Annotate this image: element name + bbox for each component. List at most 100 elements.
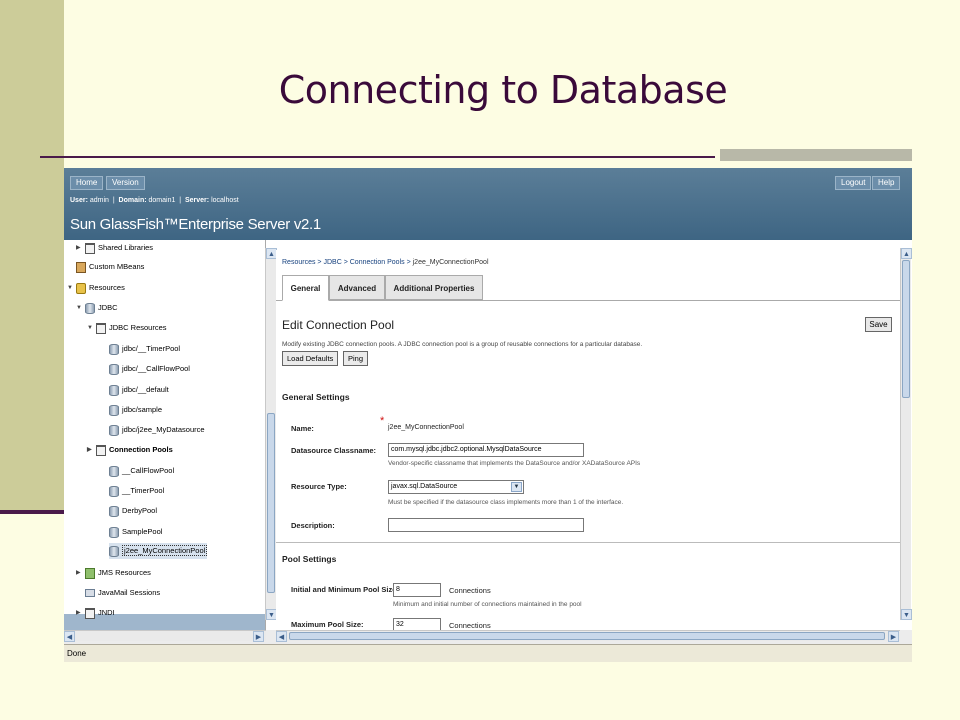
database-icon xyxy=(109,526,119,538)
tree-item-default-resource[interactable]: jdbc/__default xyxy=(109,382,169,398)
collapse-icon[interactable]: ▼ xyxy=(76,300,85,316)
page-title: Edit Connection Pool xyxy=(282,318,395,332)
breadcrumb: Resources > JDBC > Connection Pools > j2… xyxy=(282,259,489,266)
chevron-down-icon[interactable]: ▼ xyxy=(511,482,522,492)
folder-icon xyxy=(85,607,95,619)
domain-value: domain1 xyxy=(148,197,176,204)
scroll-left-icon[interactable]: ◀ xyxy=(276,631,287,642)
database-icon xyxy=(109,505,119,517)
user-label: User: xyxy=(70,197,88,204)
scroll-right-icon[interactable]: ▶ xyxy=(253,631,264,642)
content-scroll-thumb[interactable] xyxy=(902,260,910,398)
status-bar: Done xyxy=(64,644,912,662)
user-value: admin xyxy=(89,197,109,204)
breadcrumb-connection-pools[interactable]: Connection Pools xyxy=(350,259,405,266)
tree-item-shared-libraries[interactable]: ▶ Shared Libraries xyxy=(76,240,153,256)
tree-item-sample-resource[interactable]: jdbc/sample xyxy=(109,402,162,418)
expand-icon[interactable]: ▶ xyxy=(87,442,96,458)
scroll-left-icon[interactable]: ◀ xyxy=(64,631,75,642)
tab-additional-properties[interactable]: Additional Properties xyxy=(385,275,483,300)
server-value: localhost xyxy=(211,197,239,204)
slide-sidebar-rule xyxy=(0,510,64,514)
folder-icon xyxy=(85,242,95,254)
help-button[interactable]: Help xyxy=(872,176,901,190)
scroll-right-icon[interactable]: ▶ xyxy=(888,631,899,642)
tree-item-mydatasource-resource[interactable]: jdbc/j2ee_MyDatasource xyxy=(109,422,205,438)
product-name: Sun GlassFish™Enterprise Server v2.1 xyxy=(70,216,321,233)
datasource-classname-input[interactable]: com.mysql.jdbc.jdbc2.optional.MysqlDataS… xyxy=(388,443,584,457)
ping-button[interactable]: Ping xyxy=(343,351,369,366)
tree-scroll-thumb[interactable] xyxy=(267,413,275,593)
slide-title: Connecting to Database xyxy=(278,68,728,112)
name-value: j2ee_MyConnectionPool xyxy=(388,424,464,431)
content-horizontal-scrollbar[interactable]: ◀ ▶ xyxy=(276,630,900,642)
database-icon xyxy=(109,343,119,355)
pool-settings-heading: Pool Settings xyxy=(282,554,337,564)
tree-item-callflowpool-resource[interactable]: jdbc/__CallFlowPool xyxy=(109,361,190,377)
max-pool-size-label: Maximum Pool Size: xyxy=(291,620,364,629)
tree-item-jdbc-resources[interactable]: ▼ JDBC Resources xyxy=(87,320,167,336)
general-settings-heading: General Settings xyxy=(282,392,350,402)
expand-icon[interactable]: ▶ xyxy=(76,605,85,621)
collapse-icon[interactable]: ▼ xyxy=(67,280,76,296)
tree-item-samplepool[interactable]: SamplePool xyxy=(109,524,162,540)
resources-icon xyxy=(76,282,86,294)
tree-item-jdbc[interactable]: ▼ JDBC xyxy=(76,300,118,316)
database-icon xyxy=(109,465,119,477)
tree-item-custom-mbeans[interactable]: Custom MBeans xyxy=(76,259,144,275)
tree-item-timerpool[interactable]: __TimerPool xyxy=(109,483,164,499)
title-rule-box xyxy=(720,149,912,161)
tree-item-jms-resources[interactable]: ▶ JMS Resources xyxy=(76,565,151,581)
content-hscroll-thumb[interactable] xyxy=(289,632,885,640)
expand-icon[interactable]: ▶ xyxy=(76,240,85,256)
scroll-up-icon[interactable]: ▲ xyxy=(901,248,912,259)
tree-item-callflowpool[interactable]: __CallFlowPool xyxy=(109,463,174,479)
required-marker: * xyxy=(380,415,385,427)
max-pool-size-unit: Connections xyxy=(449,621,491,630)
logout-button[interactable]: Logout xyxy=(835,176,872,190)
folder-icon xyxy=(96,444,106,456)
database-icon xyxy=(109,384,119,396)
breadcrumb-resources[interactable]: Resources xyxy=(282,259,315,266)
content-pane: Resources > JDBC > Connection Pools > j2… xyxy=(276,250,900,630)
initial-pool-size-input[interactable]: 8 xyxy=(393,583,441,597)
tree-item-timerpool-resource[interactable]: jdbc/__TimerPool xyxy=(109,341,180,357)
expand-icon[interactable]: ▶ xyxy=(76,565,85,581)
tree-item-myconnectionpool[interactable]: j2ee_MyConnectionPool xyxy=(109,543,208,559)
domain-label: Domain: xyxy=(118,197,147,204)
tab-advanced[interactable]: Advanced xyxy=(329,275,385,300)
database-icon xyxy=(109,363,119,375)
description-input[interactable] xyxy=(388,518,584,532)
tree-vertical-scrollbar[interactable]: ▲ ▼ xyxy=(265,248,277,620)
save-button[interactable]: Save xyxy=(865,317,892,332)
content-vertical-scrollbar[interactable]: ▲ ▼ xyxy=(900,248,912,620)
resource-type-select[interactable]: javax.sql.DataSource ▼ xyxy=(388,480,524,494)
tab-general[interactable]: General xyxy=(282,275,329,301)
database-icon xyxy=(109,485,119,497)
collapse-icon[interactable]: ▼ xyxy=(87,320,96,336)
database-icon xyxy=(109,424,119,436)
breadcrumb-jdbc[interactable]: JDBC xyxy=(323,259,341,266)
tree-item-javamail-sessions[interactable]: JavaMail Sessions xyxy=(85,585,160,601)
datasource-classname-help: Vendor-specific classname that implement… xyxy=(388,460,641,467)
jms-icon xyxy=(85,567,95,579)
tree-item-resources[interactable]: ▼ Resources xyxy=(67,280,125,296)
navigation-tree: ▶ Shared Libraries Custom MBeans ▼ Resourc… xyxy=(64,240,266,630)
page-description: Modify existing JDBC connection pools. A… xyxy=(282,341,643,348)
load-defaults-button[interactable]: Load Defaults xyxy=(282,351,339,366)
tree-item-connection-pools[interactable]: ▶ Connection Pools xyxy=(87,442,173,458)
database-icon xyxy=(85,302,95,314)
max-pool-size-input[interactable]: 32 xyxy=(393,618,441,630)
database-icon xyxy=(109,404,119,416)
home-button[interactable]: Home xyxy=(70,176,104,190)
version-button[interactable]: Version xyxy=(106,176,145,190)
tree-item-jndi[interactable]: ▶ JNDI xyxy=(76,605,115,621)
admin-console-screenshot: Home Version Logout Help User: admin | D… xyxy=(64,168,912,662)
folder-icon xyxy=(96,322,106,334)
user-info: User: admin | Domain: domain1 | Server: … xyxy=(70,197,239,204)
tree-horizontal-scrollbar[interactable]: ◀ ▶ xyxy=(64,630,266,642)
scroll-down-icon[interactable]: ▼ xyxy=(901,609,912,620)
name-label: Name: xyxy=(291,424,314,433)
description-label: Description: xyxy=(291,521,335,530)
tree-item-derbypool[interactable]: DerbyPool xyxy=(109,503,157,519)
